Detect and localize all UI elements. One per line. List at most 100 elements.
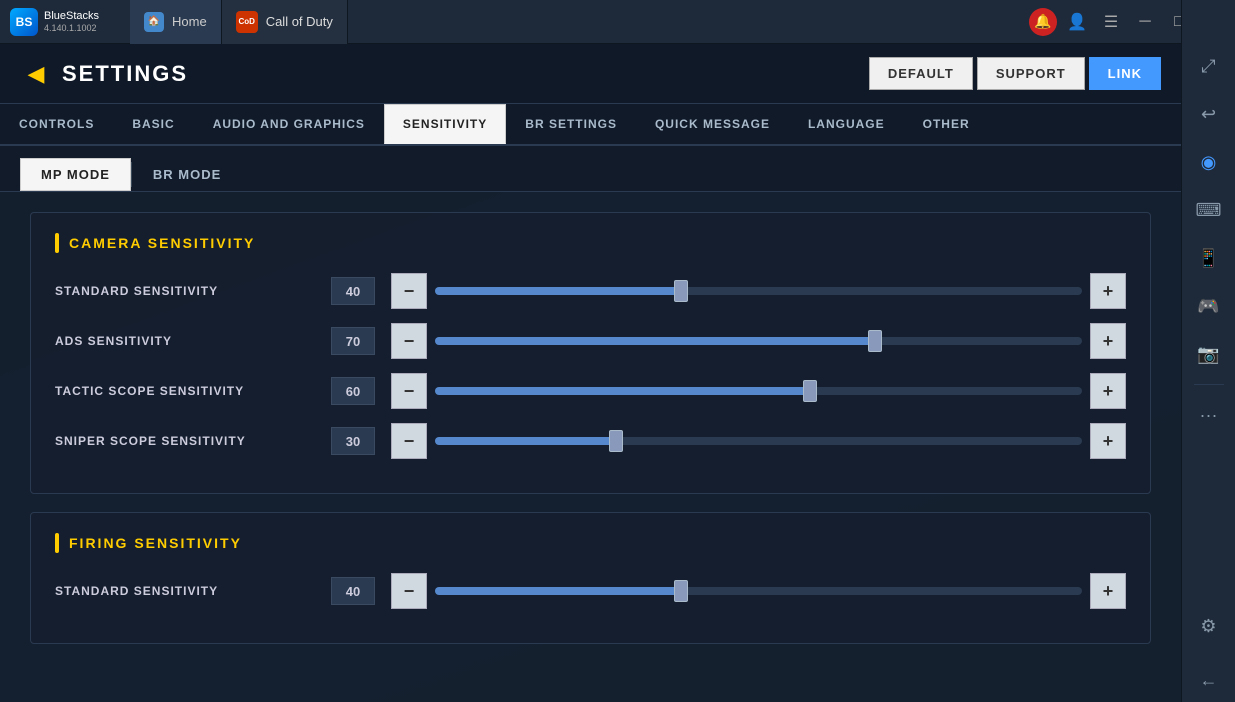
ads-sensitivity-thumb[interactable] xyxy=(868,330,882,352)
ads-sensitivity-controls: − + xyxy=(391,323,1126,359)
firing-standard-sensitivity-plus[interactable]: + xyxy=(1090,573,1126,609)
phone-icon[interactable]: 📱 xyxy=(1189,238,1229,278)
sniper-scope-sensitivity-thumb[interactable] xyxy=(609,430,623,452)
firing-standard-sensitivity-fill xyxy=(435,587,681,595)
sniper-scope-sensitivity-label: SNIPER SCOPE SENSITIVITY xyxy=(55,434,315,448)
sniper-scope-sensitivity-fill xyxy=(435,437,616,445)
tab-cod[interactable]: CoD Call of Duty xyxy=(222,0,348,44)
right-sidebar: ⤢ ↩ ◉ ⌨ 📱 🎮 📷 ··· ⚙ ← xyxy=(1181,0,1235,702)
ads-sensitivity-minus[interactable]: − xyxy=(391,323,427,359)
account-button[interactable]: 👤 xyxy=(1063,8,1091,36)
ads-sensitivity-value: 70 xyxy=(331,327,375,355)
minimize-button[interactable]: ─ xyxy=(1131,8,1159,36)
tabs-bar: CONTROLS BASIC AUDIO AND GRAPHICS SENSIT… xyxy=(0,104,1181,146)
firing-section-title: FIRING SENSITIVITY xyxy=(55,533,1126,553)
firing-sensitivity-section: FIRING SENSITIVITY STANDARD SENSITIVITY … xyxy=(30,512,1151,644)
tactic-scope-sensitivity-value: 60 xyxy=(331,377,375,405)
camera-sensitivity-section: CAMERA SENSITIVITY STANDARD SENSITIVITY … xyxy=(30,212,1151,494)
tactic-scope-sensitivity-thumb[interactable] xyxy=(803,380,817,402)
firing-title-bar xyxy=(55,533,59,553)
expand-icon[interactable]: ⤢ xyxy=(1189,46,1229,86)
link-button[interactable]: LINK xyxy=(1089,57,1161,90)
tab-sensitivity[interactable]: SENSITIVITY xyxy=(384,104,506,144)
tactic-scope-sensitivity-plus[interactable]: + xyxy=(1090,373,1126,409)
standard-sensitivity-track[interactable] xyxy=(435,287,1082,295)
firing-standard-sensitivity-thumb[interactable] xyxy=(674,580,688,602)
cod-tab-icon: CoD xyxy=(236,11,258,33)
tab-br-mode[interactable]: BR MODE xyxy=(132,158,242,191)
bluestacks-logo: BS BlueStacks 4.140.1.1002 xyxy=(0,8,130,36)
tab-other[interactable]: OTHER xyxy=(904,104,989,144)
camera-section-title: CAMERA SENSITIVITY xyxy=(55,233,1126,253)
firing-title-text: FIRING SENSITIVITY xyxy=(69,535,242,551)
standard-sensitivity-value: 40 xyxy=(331,277,375,305)
sniper-scope-sensitivity-track[interactable] xyxy=(435,437,1082,445)
eye-icon[interactable]: ◉ xyxy=(1189,142,1229,182)
keyboard-icon[interactable]: ⌨ xyxy=(1189,190,1229,230)
notification-button[interactable]: 🔔 xyxy=(1029,8,1057,36)
tab-quick-message[interactable]: QUICK MESSAGE xyxy=(636,104,789,144)
sniper-scope-sensitivity-value: 30 xyxy=(331,427,375,455)
firing-standard-sensitivity-value: 40 xyxy=(331,577,375,605)
tab-basic[interactable]: BASIC xyxy=(113,104,193,144)
bluestacks-icon: BS xyxy=(10,8,38,36)
camera-title-bar xyxy=(55,233,59,253)
firing-standard-sensitivity-row: STANDARD SENSITIVITY 40 − + xyxy=(55,573,1126,609)
ads-sensitivity-plus[interactable]: + xyxy=(1090,323,1126,359)
tactic-scope-sensitivity-controls: − + xyxy=(391,373,1126,409)
settings-title: SETTINGS xyxy=(62,61,188,87)
tactic-scope-sensitivity-track[interactable] xyxy=(435,387,1082,395)
settings-panel: ◀ SETTINGS DEFAULT SUPPORT LINK CONTROLS… xyxy=(0,44,1181,702)
tab-mp-mode[interactable]: MP MODE xyxy=(20,158,131,191)
support-button[interactable]: SUPPORT xyxy=(977,57,1085,90)
sniper-scope-sensitivity-plus[interactable]: + xyxy=(1090,423,1126,459)
tab-audio-graphics[interactable]: AUDIO AND GRAPHICS xyxy=(194,104,384,144)
standard-sensitivity-plus[interactable]: + xyxy=(1090,273,1126,309)
titlebar: BS BlueStacks 4.140.1.1002 🏠 Home CoD Ca… xyxy=(0,0,1235,44)
content-area[interactable]: CAMERA SENSITIVITY STANDARD SENSITIVITY … xyxy=(0,192,1181,702)
ads-sensitivity-row: ADS SENSITIVITY 70 − + xyxy=(55,323,1126,359)
firing-standard-sensitivity-controls: − + xyxy=(391,573,1126,609)
ads-sensitivity-fill xyxy=(435,337,875,345)
firing-standard-sensitivity-label: STANDARD SENSITIVITY xyxy=(55,584,315,598)
back-arrow-icon[interactable]: ← xyxy=(1189,660,1229,700)
tactic-scope-sensitivity-label: TACTIC SCOPE SENSITIVITY xyxy=(55,384,315,398)
settings-actions: DEFAULT SUPPORT LINK xyxy=(869,57,1161,90)
menu-button[interactable]: ☰ xyxy=(1097,8,1125,36)
ads-sensitivity-label: ADS SENSITIVITY xyxy=(55,334,315,348)
gamepad-icon[interactable]: 🎮 xyxy=(1189,286,1229,326)
firing-standard-sensitivity-minus[interactable]: − xyxy=(391,573,427,609)
camera-icon[interactable]: 📷 xyxy=(1189,334,1229,374)
tab-br-settings[interactable]: BR SETTINGS xyxy=(506,104,636,144)
default-button[interactable]: DEFAULT xyxy=(869,57,973,90)
tactic-scope-sensitivity-minus[interactable]: − xyxy=(391,373,427,409)
gear-icon[interactable]: ⚙ xyxy=(1189,606,1229,646)
main-area: ◀ SETTINGS DEFAULT SUPPORT LINK CONTROLS… xyxy=(0,44,1181,702)
bluestacks-info: BlueStacks 4.140.1.1002 xyxy=(44,10,99,33)
standard-sensitivity-label: STANDARD SENSITIVITY xyxy=(55,284,315,298)
standard-sensitivity-thumb[interactable] xyxy=(674,280,688,302)
mode-tabs: MP MODE BR MODE xyxy=(0,146,1181,192)
more-icon[interactable]: ··· xyxy=(1189,395,1229,435)
sniper-scope-sensitivity-controls: − + xyxy=(391,423,1126,459)
home-tab-label: Home xyxy=(172,14,207,29)
home-tab-icon: 🏠 xyxy=(144,12,164,32)
bluestacks-version: 4.140.1.1002 xyxy=(44,23,99,33)
sniper-scope-sensitivity-row: SNIPER SCOPE SENSITIVITY 30 − + xyxy=(55,423,1126,459)
ads-sensitivity-track[interactable] xyxy=(435,337,1082,345)
settings-header: ◀ SETTINGS DEFAULT SUPPORT LINK xyxy=(0,44,1181,104)
firing-standard-sensitivity-track[interactable] xyxy=(435,587,1082,595)
tab-controls[interactable]: CONTROLS xyxy=(0,104,113,144)
standard-sensitivity-minus[interactable]: − xyxy=(391,273,427,309)
sidebar-divider xyxy=(1194,384,1224,385)
bluestacks-name: BlueStacks xyxy=(44,10,99,23)
settings-back-button[interactable]: ◀ xyxy=(20,58,52,90)
tactic-scope-sensitivity-fill xyxy=(435,387,810,395)
tactic-scope-sensitivity-row: TACTIC SCOPE SENSITIVITY 60 − + xyxy=(55,373,1126,409)
tab-language[interactable]: LANGUAGE xyxy=(789,104,904,144)
rotate-icon[interactable]: ↩ xyxy=(1189,94,1229,134)
standard-sensitivity-controls: − + xyxy=(391,273,1126,309)
tab-home[interactable]: 🏠 Home xyxy=(130,0,222,44)
standard-sensitivity-fill xyxy=(435,287,681,295)
sniper-scope-sensitivity-minus[interactable]: − xyxy=(391,423,427,459)
